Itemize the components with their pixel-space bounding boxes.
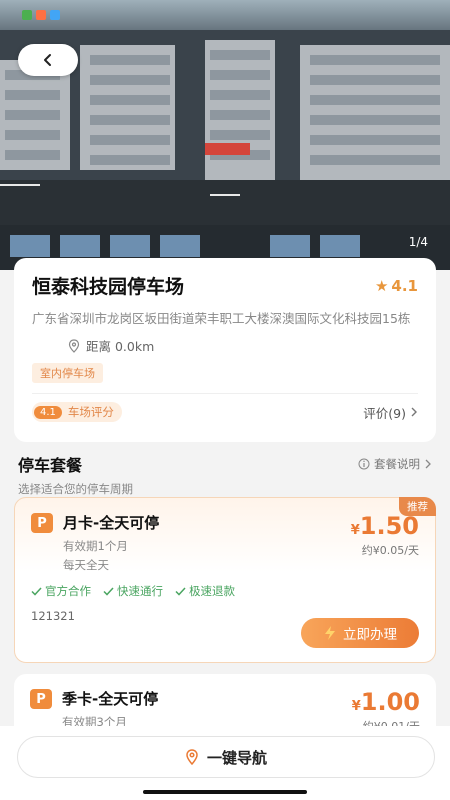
- parking-p-icon: P: [30, 689, 52, 709]
- check-icon: [175, 586, 186, 596]
- package-card-monthly[interactable]: 推荐 P 月卡-全天可停 有效期1个月 每天全天 ¥1.50 约¥0.05/天 …: [14, 497, 436, 663]
- app-notification-icon: [50, 10, 60, 20]
- info-icon: [358, 458, 370, 470]
- score-label: 车场评分: [67, 405, 114, 419]
- currency-symbol: ¥: [350, 523, 360, 538]
- notification-icons: [22, 10, 60, 20]
- feature-item: 快速通行: [103, 583, 163, 599]
- currency-symbol: ¥: [351, 699, 361, 714]
- address: 广东省深圳市龙岗区坂田街道荣丰职工大楼深澳国际文化科技园15栋: [32, 311, 411, 326]
- app-notification-icon: [22, 10, 32, 20]
- package-help-label: 套餐说明: [374, 457, 420, 471]
- feature-label: 官方合作: [45, 584, 91, 598]
- photo-page-indicator: 1/4: [408, 235, 428, 249]
- feature-label: 极速退款: [189, 584, 235, 598]
- navigate-button[interactable]: 一键导航: [17, 736, 435, 778]
- recommend-badge: 推荐: [399, 497, 436, 516]
- back-button[interactable]: [18, 44, 78, 76]
- parking-info-card: 恒泰科技园停车场 ★ 4.1 广东省深圳市龙岗区坂田街道荣丰职工大楼深澳国际文化…: [14, 258, 436, 442]
- status-bar: [0, 0, 450, 30]
- score-value: 4.1: [34, 405, 62, 419]
- reviews-label: 评价(9): [363, 405, 406, 421]
- star-icon: ★: [374, 276, 389, 295]
- parking-p-icon: P: [31, 513, 53, 533]
- distance-text: 距离 0.0km: [86, 339, 155, 354]
- feature-item: 极速退款: [175, 583, 235, 599]
- hero-photo[interactable]: 1/4: [0, 0, 450, 270]
- feature-list: 官方合作 快速通行 极速退款: [31, 583, 419, 599]
- apply-now-label: 立即办理: [343, 627, 397, 643]
- price-value: 1.00: [360, 688, 420, 716]
- indoor-parking-tag: 室内停车场: [32, 363, 103, 383]
- package-name: 月卡-全天可停: [63, 514, 160, 532]
- home-indicator[interactable]: [143, 790, 307, 794]
- package-help-link[interactable]: 套餐说明: [358, 456, 432, 472]
- section-title: 停车套餐: [18, 456, 83, 475]
- packages-section-header: 停车套餐 套餐说明 选择适合您的停车周期: [18, 452, 432, 497]
- package-name: 季卡-全天可停: [62, 690, 159, 708]
- rating-value: 4.1: [391, 276, 418, 295]
- divider: [32, 393, 418, 394]
- chevron-right-icon: [425, 459, 431, 469]
- location-pin-icon: [68, 338, 80, 353]
- check-icon: [103, 586, 114, 596]
- lot-score: 4.1 车场评分: [32, 402, 122, 422]
- distance: 距离 0.0km: [68, 336, 418, 355]
- lightning-icon: [325, 626, 335, 640]
- app-notification-icon: [36, 10, 46, 20]
- parking-lot-name: 恒泰科技园停车场: [32, 276, 185, 298]
- chevron-right-icon: [411, 407, 417, 417]
- navigate-label: 一键导航: [206, 748, 267, 767]
- package-price: ¥1.00: [352, 688, 420, 716]
- feature-label: 快速通行: [117, 584, 163, 598]
- package-validity: 有效期1个月: [63, 539, 128, 553]
- parking-lot-photo: [0, 0, 450, 270]
- feature-item: 官方合作: [31, 583, 91, 599]
- section-subtitle: 选择适合您的停车周期: [18, 482, 133, 496]
- rating: ★ 4.1: [375, 277, 418, 295]
- price-value: 1.50: [359, 512, 419, 540]
- reviews-link[interactable]: 评价(9): [363, 403, 418, 422]
- package-schedule: 每天全天: [63, 558, 109, 572]
- bottom-action-bar: 一键导航: [0, 726, 450, 800]
- package-price: ¥1.50: [351, 512, 419, 540]
- price-per-day: 约¥0.05/天: [361, 544, 419, 557]
- chevron-left-icon: [44, 54, 51, 66]
- check-icon: [31, 586, 42, 596]
- apply-now-button[interactable]: 立即办理: [301, 618, 419, 648]
- location-pin-icon: [186, 749, 198, 765]
